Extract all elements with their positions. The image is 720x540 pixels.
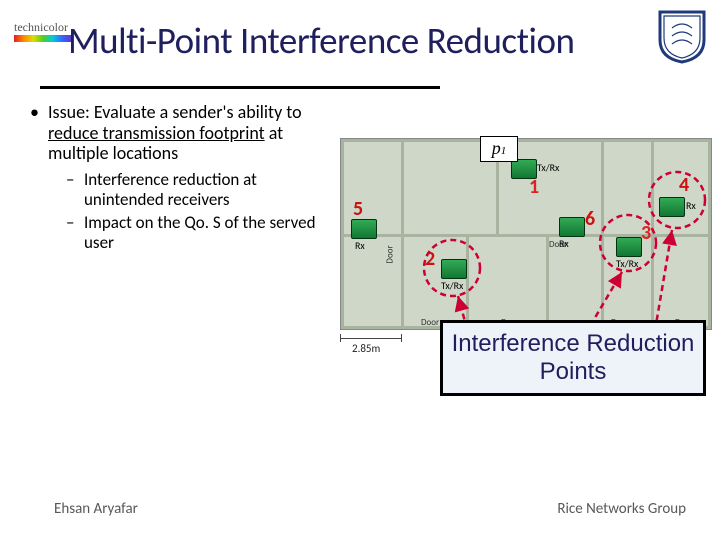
- node-3-num: 3: [641, 221, 651, 245]
- bullet-sub-1: Interference reduction at unintended rec…: [66, 170, 330, 209]
- node-1-num: 1: [529, 175, 539, 199]
- irp-annotation-box: Interference Reduction Points: [440, 320, 706, 396]
- node-6-role: Rx: [559, 237, 569, 250]
- node-4: [659, 197, 685, 217]
- door-label: Door: [421, 317, 439, 328]
- irp-text: Interference Reduction Points: [443, 330, 703, 385]
- bullet-underlined: reduce transmission footprint: [48, 122, 265, 144]
- node-4-role: Rx: [686, 199, 696, 212]
- slide-title: Multi-Point Interference Reduction: [68, 18, 574, 63]
- node-1-role: Tx/Rx: [537, 161, 559, 174]
- title-underline: [40, 86, 440, 89]
- rice-shield-icon: [658, 10, 706, 64]
- node-4-num: 4: [679, 173, 689, 197]
- technicolor-color-bar: [14, 35, 72, 42]
- p1-sub: 1: [501, 145, 507, 157]
- node-3-role: Tx/Rx: [616, 257, 638, 270]
- p1-sym: p: [492, 138, 501, 158]
- footer-group: Rice Networks Group: [557, 500, 686, 518]
- p1-callout: p1: [480, 136, 518, 162]
- node-5: [351, 219, 377, 239]
- bullet-main: Issue: Evaluate a sender's ability to re…: [30, 102, 330, 164]
- floorplan: Door Door Door Door Door Door Tx/Rx 1 Tx…: [340, 138, 712, 330]
- node-5-role: Rx: [355, 239, 365, 252]
- node-2-num: 2: [425, 247, 435, 271]
- node-6-num: 6: [585, 207, 595, 231]
- technicolor-logo: technicolor: [14, 20, 68, 35]
- node-2-role: Tx/Rx: [441, 279, 463, 292]
- bullet-lead: Issue: Evaluate a sender's ability to: [48, 101, 302, 123]
- scale-label: 2.85m: [352, 342, 380, 355]
- bullet-list: Issue: Evaluate a sender's ability to re…: [30, 102, 330, 252]
- node-5-num: 5: [353, 197, 363, 221]
- door-label: Door: [385, 245, 396, 263]
- scale-bar: [340, 338, 402, 339]
- bullet-sub-2: Impact on the Qo. S of the served user: [66, 213, 330, 252]
- node-6: [559, 217, 585, 237]
- footer-author: Ehsan Aryafar: [54, 500, 138, 518]
- node-2: [441, 259, 467, 279]
- node-3: [616, 237, 642, 257]
